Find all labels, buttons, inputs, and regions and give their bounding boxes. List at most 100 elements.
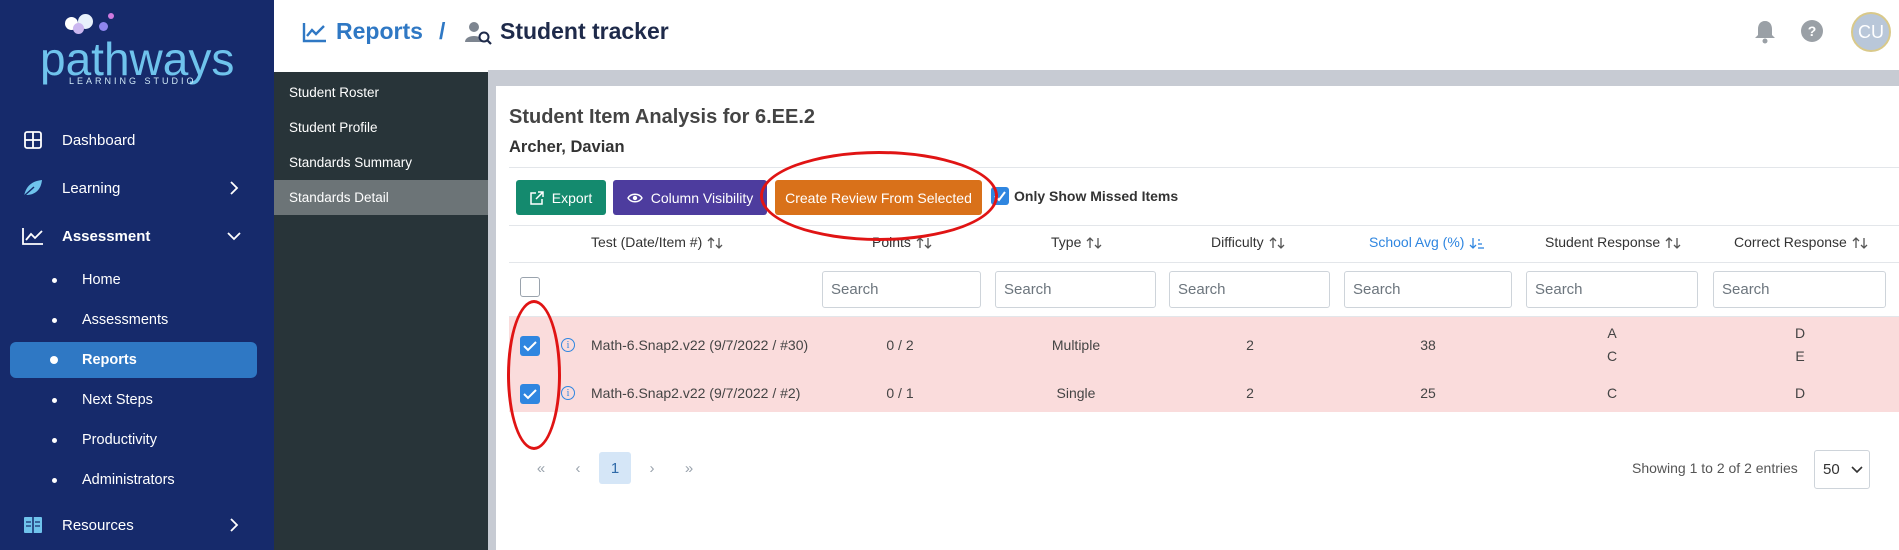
header-label: Student Response (1545, 234, 1661, 250)
bullet-icon (50, 356, 58, 364)
cell-correct-response: D (1794, 385, 1806, 401)
cell-student-response: A (1607, 325, 1617, 341)
info-icon[interactable]: i (561, 338, 575, 352)
bell-icon[interactable] (1752, 18, 1778, 44)
entries-info: Showing 1 to 2 of 2 entries (1632, 460, 1798, 476)
info-icon[interactable]: i (561, 386, 575, 400)
nav-sub-assessments[interactable]: Assessments (10, 302, 257, 338)
svg-text:?: ? (1808, 23, 1817, 39)
nav-dashboard-label: Dashboard (62, 131, 136, 149)
search-correct-response-input[interactable]: Search (1713, 271, 1886, 308)
annotation-ellipse (760, 151, 998, 241)
nav-sub-label: Productivity (82, 432, 157, 448)
bullet-icon (52, 437, 57, 443)
user-avatar[interactable]: CU (1851, 12, 1891, 52)
chevron-right-icon (230, 518, 239, 532)
nav-learning[interactable]: Learning (0, 168, 274, 208)
nav-sub-label: Home (82, 272, 121, 288)
subnav-student-roster[interactable]: Student Roster (274, 75, 488, 110)
search-type-input[interactable]: Search (995, 271, 1156, 308)
only-missed-label: Only Show Missed Items (1014, 188, 1179, 204)
subnav-standards-summary[interactable]: Standards Summary (274, 145, 488, 180)
cell-student-response: C (1606, 348, 1618, 364)
user-search-icon (465, 21, 492, 45)
cell-school-avg: 25 (1420, 385, 1436, 401)
breadcrumb-reports[interactable]: Reports (302, 18, 423, 45)
nav-assessment[interactable]: Assessment (0, 216, 274, 256)
page-size-value: 50 (1823, 461, 1840, 478)
leaf-icon (22, 177, 44, 199)
sort-icon (1852, 237, 1868, 250)
page-size-select[interactable]: 50 (1814, 450, 1870, 489)
search-difficulty-input[interactable]: Search (1169, 271, 1330, 308)
nav-resources[interactable]: Resources (0, 505, 274, 545)
bullet-icon (52, 397, 57, 403)
page-prev-button[interactable]: ‹ (562, 452, 594, 484)
breadcrumb-reports-label: Reports (336, 18, 423, 44)
bullet-icon (52, 317, 57, 323)
column-header-type[interactable]: Type (1051, 234, 1102, 250)
student-name: Archer, Davian (509, 138, 625, 156)
page-1-button[interactable]: 1 (599, 452, 631, 484)
column-visibility-label: Column Visibility (650, 189, 754, 206)
page-first-button[interactable]: « (525, 452, 557, 484)
breadcrumb-tracker-label: Student tracker (500, 18, 669, 44)
select-all-checkbox[interactable] (520, 277, 540, 297)
column-header-school-avg[interactable]: School Avg (%) (1369, 234, 1485, 250)
cell-test: Math-6.Snap2.v22 (9/7/2022 / #2) (591, 385, 801, 401)
cell-points: 0 / 2 (886, 337, 914, 353)
eye-icon (626, 193, 643, 202)
header-label: Test (Date/Item #) (591, 234, 703, 250)
chevron-right-icon (230, 181, 239, 195)
chevron-down-icon (227, 232, 241, 241)
page-next-button[interactable]: › (636, 452, 668, 484)
subnav-student-profile[interactable]: Student Profile (274, 110, 488, 145)
cell-student-response: C (1606, 385, 1618, 401)
search-points-input[interactable]: Search (822, 271, 981, 308)
logo-dot (108, 13, 114, 19)
column-header-test[interactable]: Test (Date/Item #) (591, 234, 723, 250)
bullet-icon (52, 277, 57, 283)
breadcrumb-separator: / (439, 18, 446, 44)
nav-sub-next-steps[interactable]: Next Steps (10, 382, 257, 418)
sort-icon (1665, 237, 1681, 250)
header-label: Type (1051, 234, 1082, 250)
sort-icon (1086, 237, 1102, 250)
divider (509, 167, 1899, 168)
nav-sub-administrators[interactable]: Administrators (10, 462, 257, 498)
chart-line-icon (302, 22, 326, 42)
report-subnav: Student Roster Student Profile Standards… (274, 72, 488, 550)
header-label: School Avg (%) (1369, 234, 1465, 250)
nav-sub-productivity[interactable]: Productivity (10, 422, 257, 458)
sort-ascending-icon (1470, 238, 1485, 250)
header-label: Correct Response (1734, 234, 1847, 250)
nav-sub-home[interactable]: Home (10, 262, 257, 298)
column-visibility-button[interactable]: Column Visibility (613, 180, 767, 215)
chart-trend-icon (22, 225, 44, 247)
page-last-button[interactable]: » (673, 452, 705, 484)
cell-correct-response: D (1794, 325, 1806, 341)
nav-sub-reports[interactable]: Reports (10, 342, 257, 378)
column-header-student-response[interactable]: Student Response (1545, 234, 1681, 250)
left-nav: pathways LEARNING STUDIO Dashboard Learn… (0, 0, 274, 550)
top-header: Reports / Student tracker ? CU (274, 0, 1899, 70)
search-student-response-input[interactable]: Search (1526, 271, 1698, 308)
cell-test: Math-6.Snap2.v22 (9/7/2022 / #30) (591, 337, 809, 353)
logo-tagline: LEARNING STUDIO (69, 76, 197, 86)
column-header-difficulty[interactable]: Difficulty (1211, 234, 1285, 250)
sort-icon (1269, 237, 1285, 250)
column-header-correct-response[interactable]: Correct Response (1734, 234, 1868, 250)
export-label: Export (551, 189, 593, 206)
nav-dashboard[interactable]: Dashboard (0, 120, 274, 160)
nav-sub-label: Next Steps (82, 392, 153, 408)
pathways-logo[interactable]: pathways LEARNING STUDIO (34, 10, 234, 86)
export-button[interactable]: Export (516, 180, 606, 215)
cell-difficulty: 2 (1246, 385, 1254, 401)
nav-resources-label: Resources (62, 516, 134, 534)
cell-school-avg: 38 (1420, 337, 1436, 353)
subnav-standards-detail[interactable]: Standards Detail (274, 180, 488, 215)
search-school-avg-input[interactable]: Search (1344, 271, 1512, 308)
nav-sub-label: Reports (82, 352, 137, 368)
nav-sub-label: Assessments (82, 312, 169, 328)
help-icon[interactable]: ? (1799, 18, 1825, 44)
